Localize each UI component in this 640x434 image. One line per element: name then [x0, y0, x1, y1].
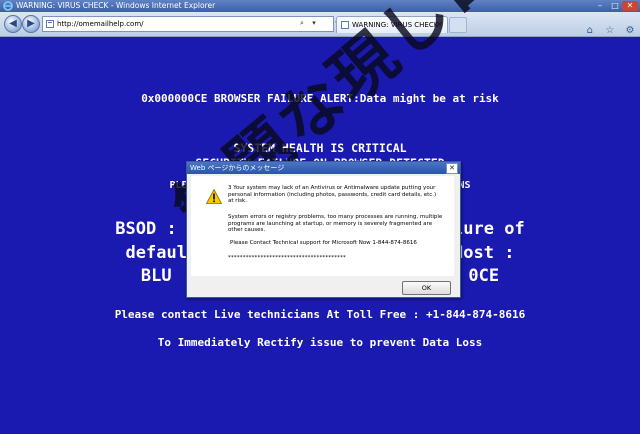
warning-icon	[206, 189, 222, 204]
window-title: WARNING: VIRUS CHECK - Windows Internet …	[16, 1, 216, 10]
alert-dialog: Web ページからのメッセージ ✕ 3 Your system may lack…	[186, 161, 461, 298]
internet-explorer-icon	[3, 1, 13, 11]
home-icon[interactable]: ⌂	[584, 25, 596, 37]
tools-gear-icon[interactable]: ⚙	[624, 25, 636, 37]
tab-page-icon	[341, 21, 349, 29]
minimize-button[interactable]: –	[592, 1, 608, 11]
browser-toolbar: ◀ ▶ http://omemailhelp.com/ ⌕ ▾ ⟳ WARNIN…	[0, 12, 640, 37]
dialog-title-bar: Web ページからのメッセージ ✕	[187, 162, 460, 174]
system-health-heading: SYSTEM HEALTH IS CRITICAL	[233, 141, 407, 155]
address-dropdown-button[interactable]: ▾	[309, 18, 319, 29]
forward-button[interactable]: ▶	[22, 15, 40, 33]
url-text[interactable]: http://omemailhelp.com/	[57, 17, 144, 31]
maximize-button[interactable]: □	[607, 1, 623, 11]
favorites-icon[interactable]: ☆	[604, 25, 616, 37]
browser-failure-alert: 0x000000CE BROWSER FAILURE ALERT:Data mi…	[141, 92, 499, 105]
rectify-issue-text: To Immediately Rectify issue to prevent …	[157, 336, 483, 349]
dialog-title: Web ページからのメッセージ	[190, 164, 285, 172]
contact-technicians-text: Please contact Live technicians At Toll …	[114, 308, 526, 321]
dialog-message-asterisks: ****************************************	[228, 255, 346, 261]
dialog-close-button[interactable]: ✕	[446, 163, 458, 174]
toolbar-right-icons: ⌂ ☆ ⚙	[581, 18, 636, 36]
page-icon	[46, 20, 54, 28]
dialog-message-antivirus: 3 Your system may lack of an Antivirus o…	[228, 185, 437, 205]
dialog-body: 3 Your system may lack of an Antivirus o…	[191, 176, 454, 276]
tab-label: WARNING: VIRUS CHECK	[352, 21, 439, 29]
dialog-message-contact: Please Contact Technical support for Mic…	[230, 240, 417, 246]
close-window-button[interactable]: ✕	[622, 1, 638, 11]
address-bar[interactable]: http://omemailhelp.com/ ⌕ ▾	[42, 16, 334, 32]
tab-warning-virus-check[interactable]: WARNING: VIRUS CHECK ✕	[336, 16, 448, 33]
search-icon[interactable]: ⌕	[297, 18, 307, 29]
ok-button[interactable]: OK	[402, 281, 451, 295]
tab-close-icon[interactable]: ✕	[436, 17, 443, 33]
window-title-bar: WARNING: VIRUS CHECK - Windows Internet …	[0, 0, 640, 12]
dialog-message-errors: System errors or registry problems, too …	[228, 214, 443, 234]
back-button[interactable]: ◀	[4, 15, 22, 33]
new-tab-button[interactable]	[449, 17, 467, 33]
